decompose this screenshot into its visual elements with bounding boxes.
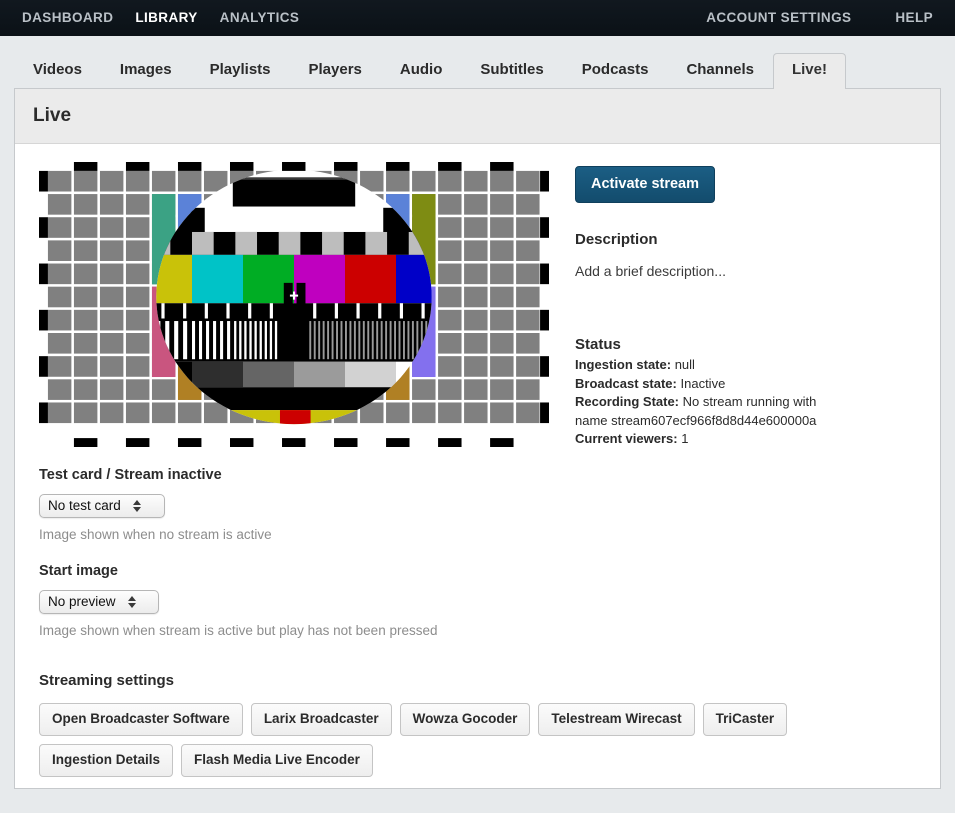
live-panel-header: Live xyxy=(15,89,940,144)
page-title: Live xyxy=(33,105,72,126)
topnav-right-group: ACCOUNT SETTINGS HELP xyxy=(706,0,933,36)
btn-open-broadcaster-software[interactable]: Open Broadcaster Software xyxy=(39,702,243,736)
btn-tricaster[interactable]: TriCaster xyxy=(702,702,788,736)
chevron-updown-icon xyxy=(132,499,141,512)
btn-flash-media-live-encoder[interactable]: Flash Media Live Encoder xyxy=(181,743,373,777)
btn-ingestion-details[interactable]: Ingestion Details xyxy=(39,743,174,777)
tab-videos[interactable]: Videos xyxy=(14,53,101,89)
status-row-recording-state: Recording State: No stream running with … xyxy=(575,393,843,430)
test-card-preview-image xyxy=(39,162,549,447)
preview-and-status-row: Activate stream Description Add a brief … xyxy=(25,162,930,449)
start-image-select[interactable]: No preview xyxy=(39,589,159,614)
status-label-current-viewers: Current viewers: xyxy=(575,431,678,446)
status-row-current-viewers: Current viewers: 1 xyxy=(575,430,930,449)
live-panel: Live Activate stream Description Add a b… xyxy=(14,89,941,789)
btn-larix-broadcaster[interactable]: Larix Broadcaster xyxy=(250,702,392,736)
start-image-label: Start image xyxy=(39,562,118,579)
streaming-settings-button-row-1: Open Broadcaster Software Larix Broadcas… xyxy=(39,702,916,736)
status-label-recording-state: Recording State: xyxy=(575,394,680,409)
streaming-settings-button-row-2: Ingestion Details Flash Media Live Encod… xyxy=(39,743,916,777)
test-card-hint: Image shown when no stream is active xyxy=(39,526,272,542)
status-block: Status Ingestion state: null Broadcast s… xyxy=(575,336,930,449)
topnav-item-dashboard[interactable]: DASHBOARD xyxy=(22,0,135,36)
activate-stream-button[interactable]: Activate stream xyxy=(575,166,715,203)
topnav-item-analytics-wrap: ANALYTICS xyxy=(220,0,322,36)
status-heading: Status xyxy=(575,336,621,353)
status-row-ingestion-state: Ingestion state: null xyxy=(575,356,930,375)
topnav-item-account-settings[interactable]: ACCOUNT SETTINGS xyxy=(706,0,873,36)
test-card-label: Test card / Stream inactive xyxy=(39,466,222,483)
topnav-item-analytics[interactable]: ANALYTICS xyxy=(220,0,322,36)
streaming-settings-heading: Streaming settings xyxy=(39,671,175,689)
topnav-item-library-wrap: LIBRARY xyxy=(135,0,219,45)
tab-channels[interactable]: Channels xyxy=(667,53,773,89)
chevron-updown-icon xyxy=(127,595,136,608)
live-panel-body: Activate stream Description Add a brief … xyxy=(15,144,940,795)
topnav-left-group: DASHBOARD LIBRARY ANALYTICS xyxy=(22,0,322,45)
library-tab-strip: Videos Images Playlists Players Audio Su… xyxy=(0,36,955,90)
topnav-item-library[interactable]: LIBRARY xyxy=(135,0,219,36)
btn-telestream-wirecast[interactable]: Telestream Wirecast xyxy=(538,702,695,736)
status-row-broadcast-state: Broadcast state: Inactive xyxy=(575,375,930,394)
tab-players[interactable]: Players xyxy=(290,53,381,89)
topnav-item-help[interactable]: HELP xyxy=(873,0,933,36)
status-value-current-viewers: 1 xyxy=(681,431,689,446)
stream-preview-container xyxy=(39,162,549,447)
btn-wowza-gocoder[interactable]: Wowza Gocoder xyxy=(399,702,531,736)
status-value-broadcast-state: Inactive xyxy=(680,375,726,391)
status-value-ingestion-state: null xyxy=(674,357,695,372)
start-image-hint: Image shown when stream is active but pl… xyxy=(39,622,438,638)
tab-subtitles[interactable]: Subtitles xyxy=(461,53,562,89)
tab-live[interactable]: Live! xyxy=(772,53,846,90)
status-label-broadcast-state: Broadcast state: xyxy=(575,375,677,391)
status-label-ingestion-state: Ingestion state: xyxy=(575,357,672,372)
stream-settings-form: Test card / Stream inactive No test card… xyxy=(25,467,930,777)
description-heading: Description xyxy=(575,231,658,248)
start-image-selected-value: No preview xyxy=(48,594,116,609)
tab-playlists[interactable]: Playlists xyxy=(191,53,290,89)
tab-images[interactable]: Images xyxy=(101,53,191,89)
topnav-item-dashboard-wrap: DASHBOARD xyxy=(22,0,135,36)
test-card-select[interactable]: No test card xyxy=(39,493,165,518)
top-navigation-bar: DASHBOARD LIBRARY ANALYTICS ACCOUNT SETT… xyxy=(0,0,955,45)
tab-audio[interactable]: Audio xyxy=(381,53,462,89)
description-text[interactable]: Add a brief description... xyxy=(575,263,930,279)
stream-info-column: Activate stream Description Add a brief … xyxy=(575,162,930,449)
tab-podcasts[interactable]: Podcasts xyxy=(563,53,668,89)
test-card-selected-value: No test card xyxy=(48,498,121,513)
